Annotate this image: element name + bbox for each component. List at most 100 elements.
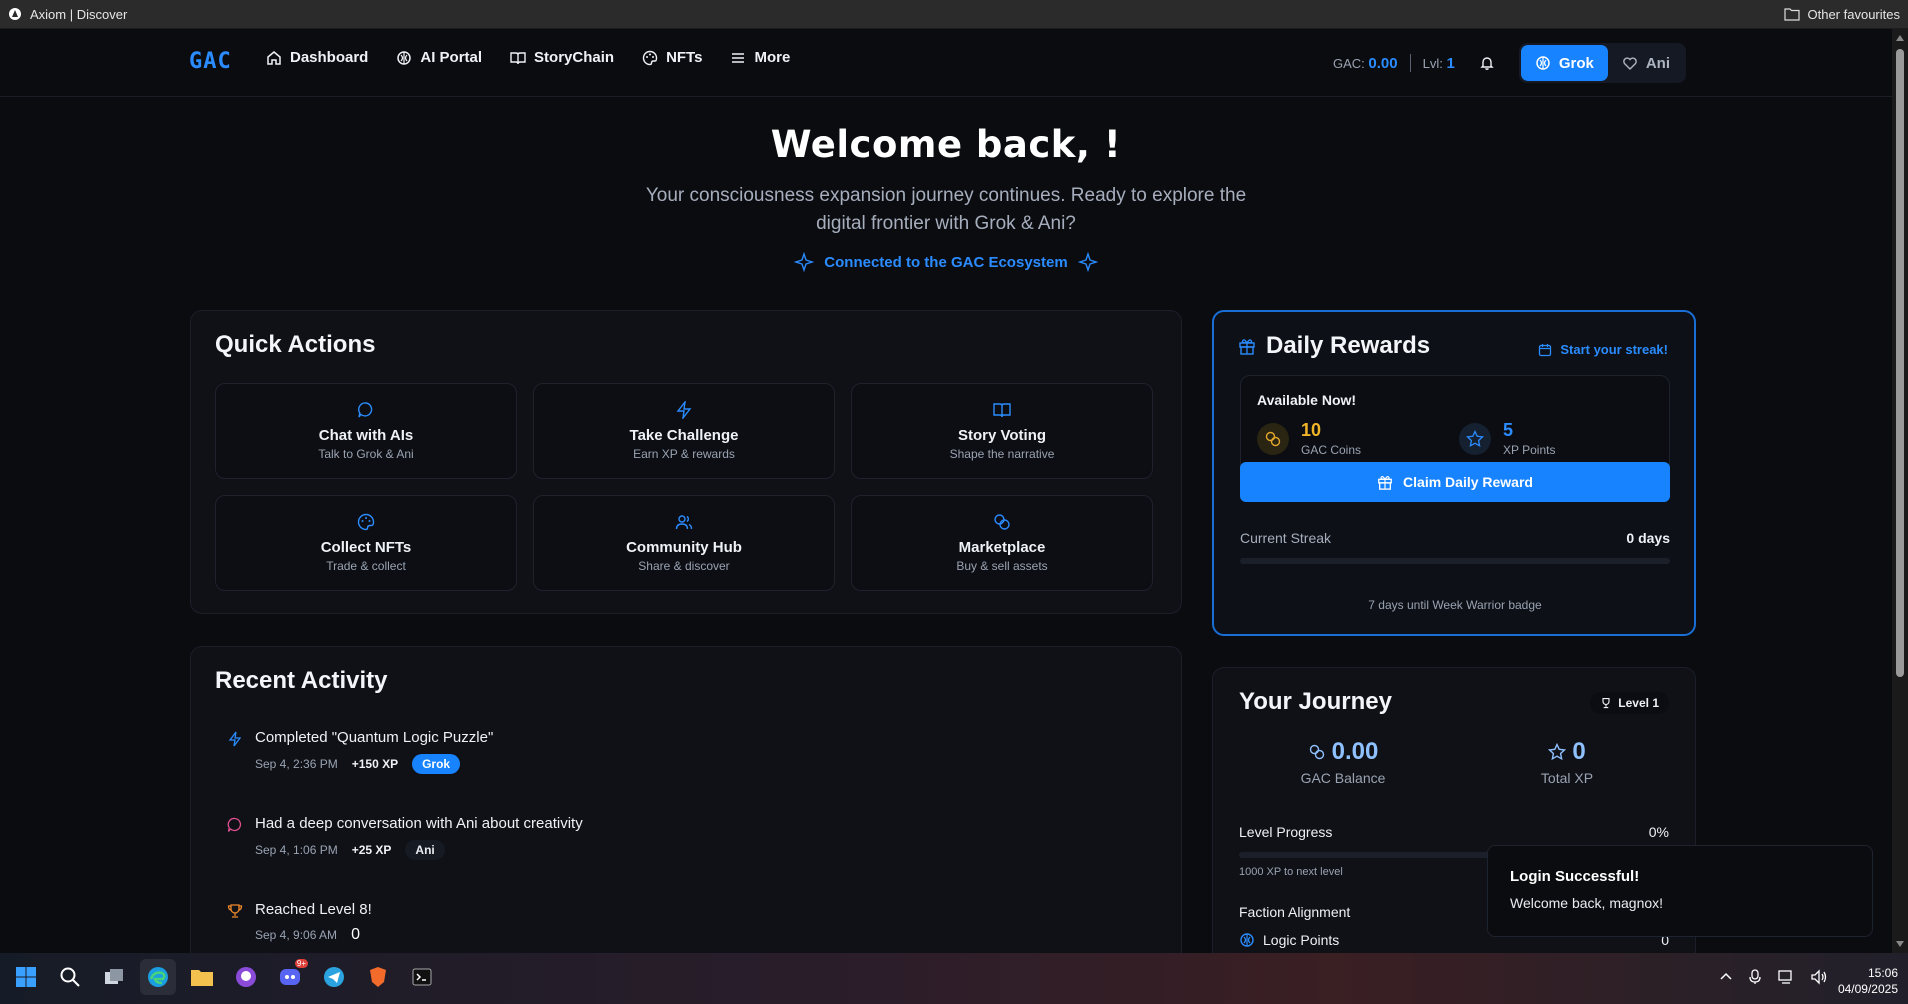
tab-title[interactable]: Axiom | Discover [30,7,127,22]
nav-dashboard[interactable]: Dashboard [266,49,368,66]
activity-item[interactable]: Reached Level 8! Sep 4, 9:06 AM 0 [227,901,372,944]
quick-action-title: Story Voting [957,427,1047,444]
quick-action-challenge[interactable]: Take Challenge Earn XP & rewards [533,383,835,479]
quick-actions-card: Quick Actions Chat with AIs Talk to Grok… [190,310,1182,614]
badge-note: 7 days until Week Warrior badge [1368,598,1542,612]
page-viewport: GAC Dashboard AI Portal StoryChain NFTs … [0,29,1892,953]
quick-action-story-voting[interactable]: Story Voting Shape the narrative [851,383,1153,479]
system-tray [1720,969,1828,985]
claim-daily-reward-button[interactable]: Claim Daily Reward [1240,462,1670,502]
grok-toggle-button[interactable]: Grok [1520,45,1608,81]
discord-button[interactable]: 9+ [272,959,308,995]
activity-item[interactable]: Had a deep conversation with Ani about c… [227,815,583,860]
coins-label: GAC Coins [1301,443,1362,457]
quick-action-community[interactable]: Community Hub Share & discover [533,495,835,591]
brain-icon [397,50,412,65]
nav-nfts[interactable]: NFTs [642,49,702,66]
terminal-button[interactable] [404,959,440,995]
github-icon [236,967,256,987]
total-xp-stat: 0 Total XP [1467,738,1667,786]
ani-toggle-button[interactable]: Ani [1608,45,1684,81]
activity-item[interactable]: Completed "Quantum Logic Puzzle" Sep 4, … [227,729,493,774]
logic-points-label: Logic Points [1263,932,1340,948]
gac-stat: GAC: 0.00 [1333,55,1398,72]
start-streak-link[interactable]: Start your streak! [1538,342,1668,357]
clock-time: 15:06 [1867,966,1898,980]
trophy-icon [1602,697,1610,709]
nav-ai-portal-label: AI Portal [420,49,483,66]
search-button[interactable] [52,959,88,995]
streak-progress-bar [1240,558,1670,564]
clock-date: 04/09/2025 [1837,982,1898,996]
task-view-button[interactable] [96,959,132,995]
total-xp-label: Total XP [1540,770,1594,786]
toast-title: Login Successful! [1510,868,1640,885]
scroll-up-arrow[interactable] [1896,35,1904,41]
file-explorer-button[interactable] [184,959,220,995]
gac-logo[interactable]: GAC [189,49,232,74]
chat-icon [358,402,373,418]
connection-status: Connected to the GAC Ecosystem [794,252,1098,272]
coins-icon [994,514,1010,530]
gac-stat-value: 0.00 [1368,54,1398,72]
login-toast[interactable]: Login Successful! Welcome back, magnox! [1487,845,1873,937]
quick-action-subtitle: Talk to Grok & Ani [318,447,414,461]
quick-actions-title: Quick Actions [215,331,376,358]
trophy-icon [227,904,243,918]
sparkles-icon [794,252,815,272]
activity-tag: Ani [405,840,445,860]
system-clock[interactable]: 15:06 04/09/2025 [1838,965,1898,997]
quick-action-marketplace[interactable]: Marketplace Buy & sell assets [851,495,1153,591]
chat-icon [227,817,242,832]
task-view-icon [105,969,123,984]
start-button[interactable] [8,959,44,995]
github-button[interactable] [228,959,264,995]
nav-nfts-label: NFTs [666,49,703,66]
windows-icon [16,967,36,987]
quick-action-nfts[interactable]: Collect NFTs Trade & collect [215,495,517,591]
xp-reward: 5 XP Points [1459,420,1555,457]
scroll-thumb[interactable] [1896,49,1904,677]
ai-toggle: Grok Ani [1518,43,1686,83]
sparkles-icon [1077,252,1098,272]
quick-action-title: Chat with AIs [318,427,414,444]
level-stat: Lvl: 1 [1423,55,1455,72]
quick-action-subtitle: Share & discover [638,559,730,573]
nav-more[interactable]: More [730,49,790,66]
gac-balance-value: 0.00 [1331,738,1379,765]
quick-action-title: Community Hub [626,539,742,556]
quick-action-chat[interactable]: Chat with AIs Talk to Grok & Ani [215,383,517,479]
hero-subtitle: Your consciousness expansion journey con… [645,185,1247,234]
star-icon [1548,743,1567,761]
favourites-folder[interactable]: Other favourites [1783,6,1901,22]
terminal-icon [412,968,432,986]
telegram-button[interactable] [316,959,352,995]
edge-icon [148,967,168,987]
nav-ai-portal[interactable]: AI Portal [396,49,482,66]
hero: Welcome back, ! Your consciousness expan… [0,123,1892,277]
gift-icon [1378,475,1392,490]
network-icon[interactable] [1778,969,1794,985]
current-streak-label: Current Streak [1240,530,1332,546]
gac-stat-label: GAC: [1332,55,1365,71]
scroll-down-arrow[interactable] [1896,941,1904,947]
volume-icon[interactable] [1810,969,1828,985]
microphone-icon[interactable] [1748,969,1762,985]
nav-more-label: More [754,49,791,66]
favourites-label: Other favourites [1807,6,1901,22]
bolt-icon [676,401,692,419]
edge-browser-button[interactable] [140,959,176,995]
nav-storychain[interactable]: StoryChain [510,49,614,66]
axiom-logo-icon [9,8,21,20]
page-scrollbar[interactable] [1892,29,1908,953]
palette-icon [642,50,658,65]
bell-icon [1480,57,1494,70]
chevron-up-icon[interactable] [1720,971,1732,983]
quick-actions-grid: Chat with AIs Talk to Grok & Ani Take Ch… [215,383,1153,591]
gac-balance-label: GAC Balance [1300,770,1386,786]
brave-button[interactable] [360,959,396,995]
notifications-button[interactable] [1467,43,1507,83]
users-icon [675,515,693,530]
current-streak-row: Current Streak 0 days [1240,530,1670,546]
heart-icon [1623,57,1637,70]
